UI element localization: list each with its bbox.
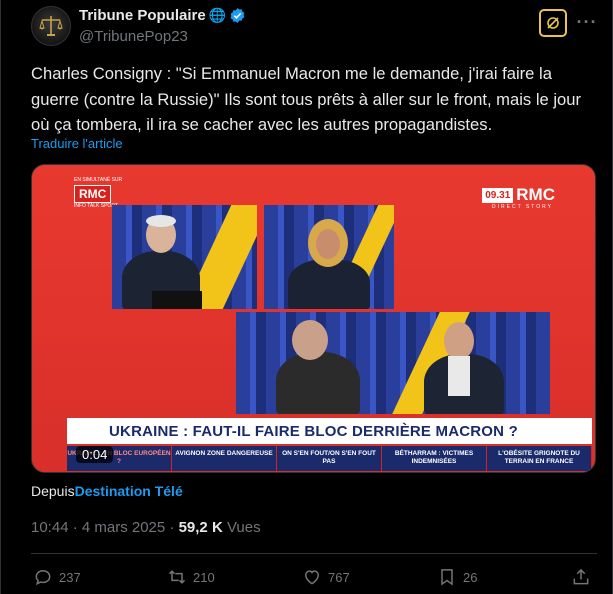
news-ticker: UKRAINE : UN BLOC EUROPÉEN ? AVIGNON ZON… (67, 446, 592, 471)
ticker-item: ON S'EN FOUT/ON S'EN FOUT PAS (277, 446, 382, 471)
source-link[interactable]: Destination Télé (75, 483, 183, 499)
avatar[interactable] (31, 6, 71, 46)
views-label: Vues (222, 519, 261, 536)
reply-count: 237 (59, 569, 81, 585)
ticker-item: L'OBÉSITE GRIGNOTE DU TERRAIN EN FRANCE (487, 446, 592, 471)
like-button[interactable]: 767 (302, 567, 350, 587)
channel-right-sub: DIRECT STORY (492, 204, 553, 210)
bookmark-icon (441, 569, 453, 586)
like-count: 767 (328, 569, 350, 585)
tweet-meta: 10:44 · 4 mars 2025 · 59,2 K Vues (31, 519, 261, 536)
grok-button[interactable] (539, 9, 567, 37)
divider (31, 553, 597, 554)
tweet-timestamp[interactable]: 10:44 · 4 mars 2025 · (31, 519, 179, 536)
video-panel-debate (236, 312, 550, 414)
headline-bar: UKRAINE : FAUT-IL FAIRE BLOC DERRIÈRE MA… (67, 418, 592, 444)
verified-badge-icon (230, 8, 245, 23)
source-prefix: Depuis (31, 483, 75, 499)
reply-icon (35, 569, 51, 586)
video-panel-host (112, 205, 257, 309)
ticker-item: BÉTHARRAM : VICTIMES INDEMNISÉES (382, 446, 487, 471)
action-bar: 237 210 767 26 (31, 567, 597, 591)
ticker-item: AVIGNON ZONE DANGEREUSE (172, 446, 277, 471)
author-name[interactable]: Tribune Populaire (79, 7, 206, 24)
share-button[interactable] (571, 567, 591, 587)
channel-logo-right: 09.31 RMC (482, 185, 555, 205)
scales-of-justice-icon (39, 16, 63, 36)
translate-link[interactable]: Traduire l'article (31, 136, 123, 151)
video-panel-guest-woman (264, 205, 394, 309)
video-duration: 0:04 (76, 446, 114, 463)
tweet: Tribune Populaire 🌐 @TribunePop23 ··· Ch… (0, 0, 613, 594)
video-player[interactable]: EN SIMULTANÉ SUR RMC INFO TALK SPORT 09.… (31, 164, 596, 473)
channel-right-logo: RMC (516, 185, 555, 204)
badge-number: 20 (70, 416, 89, 435)
grok-icon (547, 17, 559, 29)
share-icon (573, 568, 589, 585)
author-handle[interactable]: @TribunePop23 (79, 28, 188, 45)
channel-left-logo: RMC (74, 185, 112, 203)
author-name-row: Tribune Populaire 🌐 (79, 7, 246, 24)
tweet-text: Charles Consigny : "Si Emmanuel Macron m… (31, 64, 582, 134)
repost-button[interactable]: 210 (167, 567, 215, 587)
heart-icon (304, 570, 320, 585)
bookmark-button[interactable]: 26 (437, 567, 477, 587)
bookmark-count: 26 (463, 569, 478, 585)
repost-count: 210 (193, 569, 215, 585)
more-options-button[interactable]: ··· (573, 8, 601, 36)
anniversary-badge: 20 ANS (70, 416, 104, 444)
video-headline: UKRAINE : FAUT-IL FAIRE BLOC DERRIÈRE MA… (109, 422, 518, 440)
globe-emoji: 🌐 (208, 7, 227, 23)
channel-left-top: EN SIMULTANÉ SUR (74, 177, 123, 183)
source-line: DepuisDestination Télé (31, 483, 183, 499)
badge-small: ANS (89, 418, 100, 424)
views-count: 59,2 K (178, 519, 223, 536)
repost-icon (168, 570, 186, 584)
more-dots-icon: ··· (576, 11, 598, 32)
channel-time: 09.31 (482, 187, 514, 203)
reply-button[interactable]: 237 (33, 567, 81, 587)
